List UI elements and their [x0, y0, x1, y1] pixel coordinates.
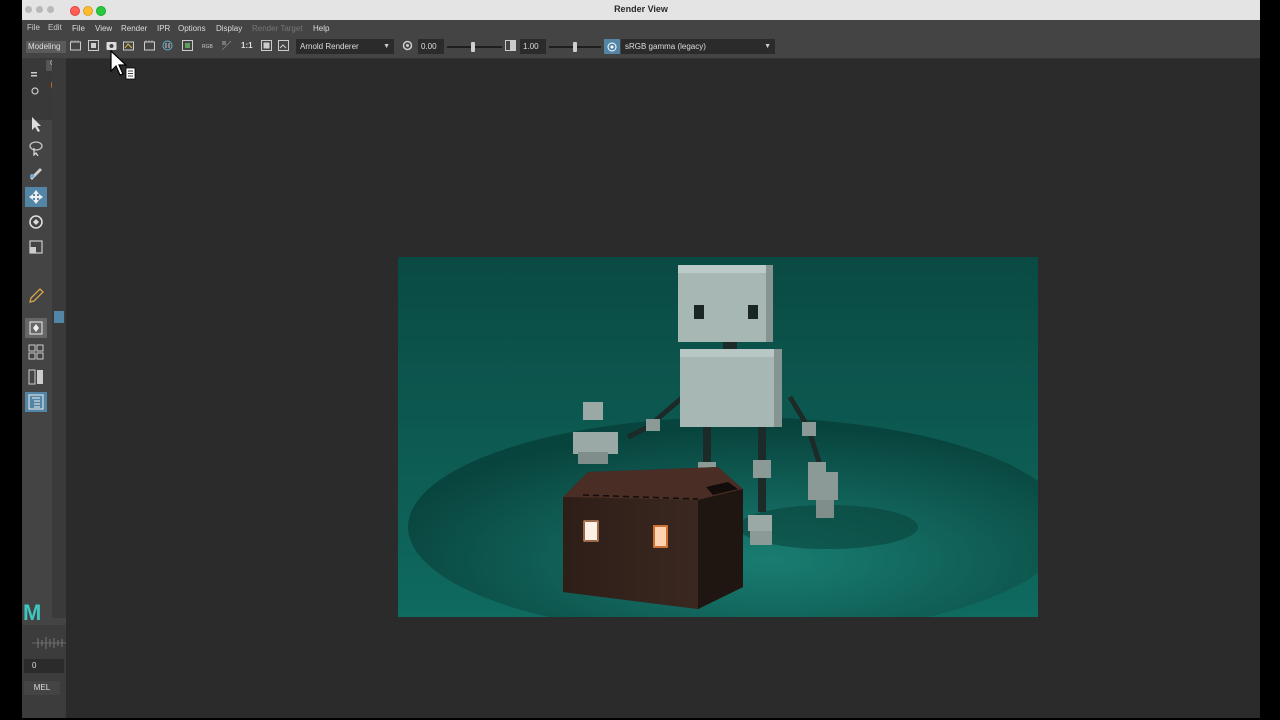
- color-space-value: sRGB gamma (legacy): [625, 42, 706, 51]
- maya-menubar: File Edit: [22, 20, 66, 36]
- real-size-button[interactable]: 1:1: [241, 41, 253, 50]
- menu-lines-icon[interactable]: [25, 66, 45, 77]
- keep-image-icon[interactable]: [182, 40, 193, 51]
- outliner-view-icon[interactable]: [25, 392, 47, 412]
- panel-highlight: [54, 311, 64, 323]
- mouse-cursor-icon: [110, 50, 136, 80]
- menu-display[interactable]: Display: [216, 24, 242, 33]
- exposure-icon[interactable]: [402, 40, 413, 51]
- select-tool-icon[interactable]: [25, 114, 47, 134]
- renderer-dropdown[interactable]: Arnold Renderer ▼: [296, 39, 394, 54]
- render-region-icon[interactable]: [88, 40, 99, 51]
- maya-logo: M: [23, 600, 42, 625]
- scale-tool-icon[interactable]: [25, 237, 47, 257]
- render-view-menubar: File View Render IPR Options Display Ren…: [66, 20, 1260, 36]
- exposure-slider-handle[interactable]: [471, 42, 475, 52]
- menu-options[interactable]: Options: [178, 24, 206, 33]
- chevron-down-icon: ▼: [764, 43, 771, 50]
- menu-ipr[interactable]: IPR: [157, 24, 170, 33]
- rendered-image: [398, 257, 1038, 617]
- menu-file[interactable]: File: [72, 24, 85, 33]
- svg-text:RGB: RGB: [202, 44, 213, 50]
- move-tool-icon[interactable]: [25, 187, 47, 207]
- pause-ipr-icon[interactable]: [162, 40, 173, 51]
- rgb-channel-icon[interactable]: RGB: [202, 40, 213, 51]
- alpha-channel-icon[interactable]: [221, 40, 232, 51]
- redo-render-icon[interactable]: [70, 40, 81, 51]
- mel-label[interactable]: MEL: [24, 681, 60, 695]
- gamma-icon[interactable]: [505, 40, 516, 51]
- window-title: Render View: [614, 4, 668, 14]
- menu-help[interactable]: Help: [313, 24, 329, 33]
- display-region-icon[interactable]: [278, 40, 289, 51]
- rotate-tool-icon[interactable]: [25, 212, 47, 232]
- maya-main-window: File Edit Modeling Cur: [22, 20, 66, 718]
- maya-mode-selector[interactable]: Modeling: [26, 41, 66, 53]
- color-space-dropdown[interactable]: sRGB gamma (legacy) ▼: [621, 39, 775, 54]
- display-image-icon[interactable]: [261, 40, 272, 51]
- maya-menu-edit[interactable]: Edit: [48, 23, 62, 32]
- render-view-window: File View Render IPR Options Display Ren…: [66, 20, 1260, 718]
- refresh-ipr-icon[interactable]: [144, 40, 155, 51]
- current-frame-field[interactable]: 0: [24, 659, 64, 673]
- gamma-slider-handle[interactable]: [573, 42, 577, 52]
- color-management-icon[interactable]: [604, 39, 620, 54]
- four-view-icon[interactable]: [25, 342, 47, 362]
- exposure-field[interactable]: 0.00: [418, 39, 444, 54]
- maya-menu-file[interactable]: File: [27, 23, 40, 32]
- renderer-value: Arnold Renderer: [300, 42, 359, 51]
- gamma-field[interactable]: 1.00: [520, 39, 546, 54]
- lasso-tool-icon[interactable]: [25, 138, 47, 158]
- menu-render-target: Render Target: [252, 24, 303, 33]
- pencil-tool-icon[interactable]: [25, 286, 47, 306]
- maya-side-panel: [52, 58, 66, 618]
- single-view-icon[interactable]: [25, 318, 47, 338]
- paint-select-icon[interactable]: [25, 162, 47, 182]
- window-titlebar: Render View: [22, 0, 1260, 21]
- menu-render[interactable]: Render: [121, 24, 147, 33]
- maya-timeline: 0 MEL: [22, 625, 66, 718]
- menu-view[interactable]: View: [95, 24, 112, 33]
- maya-toolbox: [22, 117, 50, 610]
- chevron-down-icon: ▼: [383, 43, 390, 50]
- waveform-icon: [32, 633, 66, 653]
- gear-icon[interactable]: [25, 84, 45, 95]
- render-view-toolbar: RGB 1:1 Arnold Renderer ▼ 0.00 1.00 sRGB…: [66, 36, 1260, 59]
- two-view-icon[interactable]: [25, 367, 47, 387]
